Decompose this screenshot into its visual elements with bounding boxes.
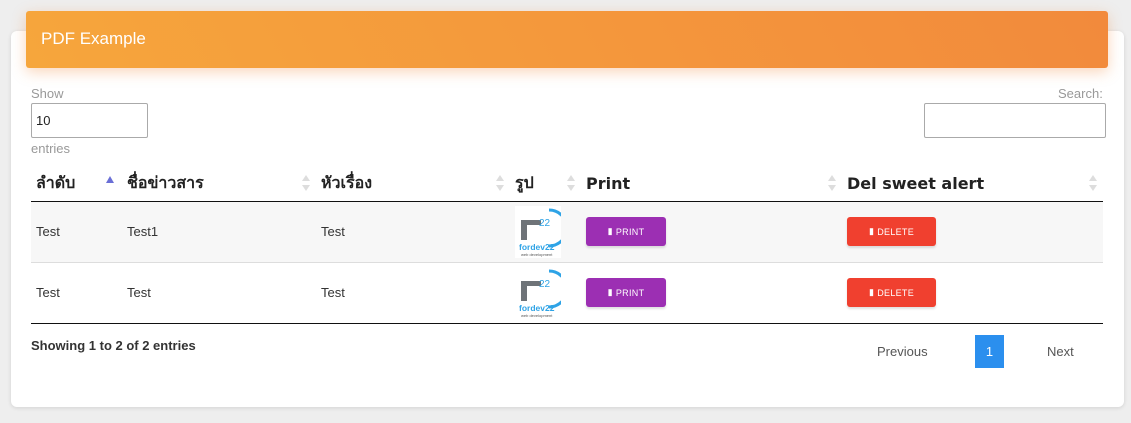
delete-button[interactable]: ▮ DELETE [847, 278, 936, 307]
svg-text:web development: web development [521, 252, 553, 257]
cell-no: Test [31, 201, 122, 262]
pagination-next[interactable]: Next [1047, 335, 1074, 368]
svg-text:22: 22 [539, 279, 551, 290]
cell-no: Test [31, 261, 122, 324]
column-header-no[interactable]: ลำดับ [31, 166, 122, 202]
column-header-image[interactable]: รูป [510, 166, 581, 202]
cell-name: Test1 [122, 201, 316, 262]
column-header-name[interactable]: ชื่อข่าวสาร [122, 166, 316, 202]
table-header-row: ลำดับ ชื่อข่าวสาร หัวเรื่อง รูป Print De… [31, 166, 1103, 202]
sort-icon [1089, 175, 1097, 191]
pdf-file-icon: ▮ [607, 287, 613, 297]
table-row: Test Test1 Test 22 fordev22 web developm… [31, 201, 1103, 262]
fordev22-logo-image: 22 fordev22 web development [515, 205, 561, 258]
news-table: ลำดับ ชื่อข่าวสาร หัวเรื่อง รูป Print De… [31, 166, 1103, 324]
svg-text:web development: web development [521, 313, 553, 318]
show-label: Show [31, 86, 64, 101]
print-button[interactable]: ▮ PRINT [586, 217, 666, 246]
delete-button[interactable]: ▮ DELETE [847, 217, 936, 246]
sort-icon [828, 175, 836, 191]
trash-icon: ▮ [868, 226, 875, 236]
search-label: Search: [1058, 86, 1103, 101]
pdf-file-icon: ▮ [607, 226, 613, 236]
entries-length-select[interactable]: 10 [31, 103, 148, 138]
pagination-page-1[interactable]: 1 [975, 335, 1004, 368]
svg-text:22: 22 [539, 218, 551, 229]
cell-subject: Test [316, 261, 510, 324]
sort-icon [567, 175, 575, 191]
sort-icon [302, 175, 310, 191]
sort-icon [496, 175, 504, 191]
cell-subject: Test [316, 201, 510, 262]
card-header: PDF Example [26, 11, 1108, 68]
print-button[interactable]: ▮ PRINT [586, 278, 666, 307]
column-header-delete[interactable]: Del sweet alert [842, 166, 1103, 202]
fordev22-logo-image: 22 fordev22 web development [515, 266, 561, 319]
sort-ascending-icon [106, 176, 114, 183]
page-title: PDF Example [41, 29, 146, 48]
pagination-previous[interactable]: Previous [877, 335, 928, 368]
column-header-print[interactable]: Print [581, 166, 842, 202]
cell-name: Test [122, 261, 316, 324]
svg-text:fordev22: fordev22 [519, 303, 555, 313]
trash-icon: ▮ [868, 287, 875, 297]
entries-label: entries [31, 141, 71, 156]
column-header-subject[interactable]: หัวเรื่อง [316, 166, 510, 202]
svg-text:fordev22: fordev22 [519, 242, 555, 252]
search-input[interactable] [924, 103, 1106, 138]
table-info: Showing 1 to 2 of 2 entries [31, 338, 196, 353]
table-row: Test Test Test 22 fordev22 web developme… [31, 261, 1103, 324]
